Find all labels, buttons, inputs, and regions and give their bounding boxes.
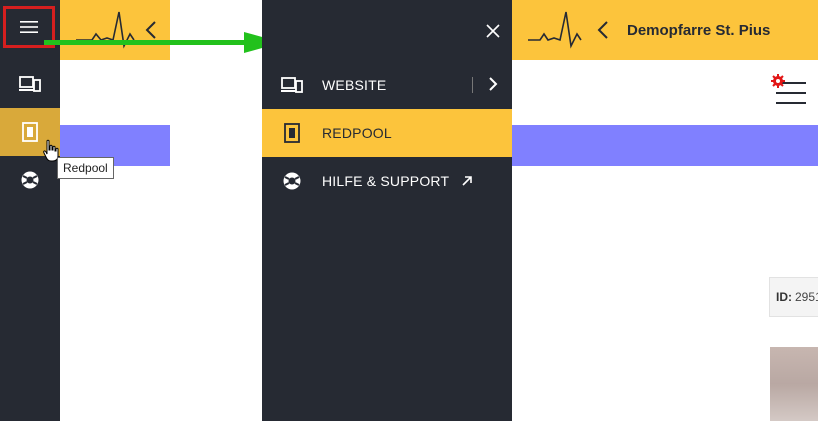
pulse-logo[interactable] bbox=[526, 10, 586, 50]
id-value: 2951 bbox=[795, 290, 818, 304]
sidebar-item-label: REDPOOL bbox=[322, 125, 392, 141]
tooltip: Redpool bbox=[57, 157, 114, 179]
screenshot-root: Redpool WEBSITE REDPOOL HILFE & SUPPORT … bbox=[0, 0, 818, 421]
id-label: ID: bbox=[776, 290, 792, 304]
collapsed-sidebar bbox=[0, 0, 60, 421]
id-field: ID: 2951 bbox=[769, 277, 818, 317]
rail-item-website[interactable] bbox=[0, 60, 60, 108]
content-band bbox=[512, 125, 818, 166]
lifebuoy-icon bbox=[283, 172, 301, 190]
divider bbox=[472, 77, 473, 93]
green-arrow bbox=[44, 32, 282, 53]
external-arrow-icon bbox=[462, 176, 473, 186]
close-icon bbox=[486, 24, 500, 38]
lifebuoy-icon bbox=[21, 171, 39, 189]
expanded-sidebar: WEBSITE REDPOOL HILFE & SUPPORT bbox=[262, 0, 512, 421]
expand-website-button[interactable] bbox=[484, 75, 502, 93]
sidebar-item-label: WEBSITE bbox=[322, 77, 387, 93]
sidebar-item-support[interactable]: HILFE & SUPPORT bbox=[262, 157, 512, 205]
redpool-icon bbox=[284, 123, 300, 143]
sidebar-item-website[interactable]: WEBSITE bbox=[262, 61, 512, 109]
devices-icon bbox=[19, 76, 41, 92]
devices-icon bbox=[281, 77, 303, 93]
sidebar-item-label: HILFE & SUPPORT bbox=[322, 173, 450, 189]
image-thumbnail[interactable] bbox=[770, 347, 818, 421]
page-title: Demopfarre St. Pius bbox=[627, 22, 771, 39]
chevron-right-icon bbox=[489, 77, 498, 91]
close-button[interactable] bbox=[482, 20, 504, 42]
sidebar-item-redpool[interactable]: REDPOOL bbox=[262, 109, 512, 157]
app-header: Demopfarre St. Pius bbox=[512, 0, 818, 60]
menu-icon bbox=[20, 21, 38, 33]
gear-icon bbox=[771, 74, 785, 88]
chevron-left-icon[interactable] bbox=[596, 20, 610, 40]
redpool-icon bbox=[22, 122, 38, 142]
rail-item-support[interactable] bbox=[0, 156, 60, 204]
